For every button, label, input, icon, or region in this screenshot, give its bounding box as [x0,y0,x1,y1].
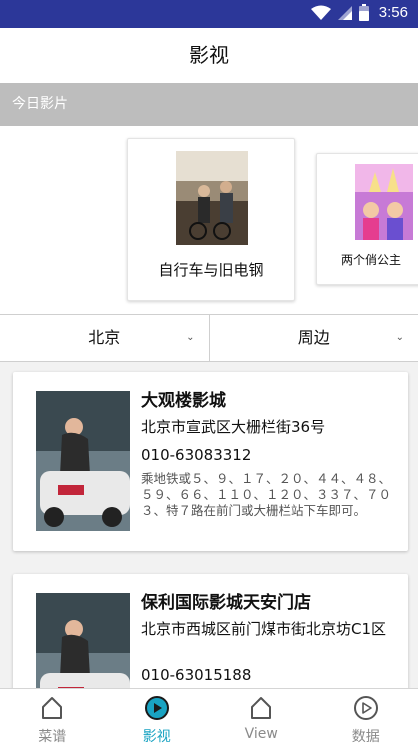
status-bar: 3:56 [0,0,418,28]
status-time: 3:56 [378,4,408,21]
cinema-phone[interactable]: 010-63015188 [141,666,251,684]
home-icon [251,697,272,719]
nav-recipes[interactable]: 菜谱 [0,689,105,748]
movie-title: 两个俏公主 [340,253,401,267]
cinema-list[interactable]: 大观楼影城 北京市宣武区大栅栏街36号 010-63083312 乘地铁或５、９… [0,362,418,688]
chevron-down-icon: ⌄ [186,332,195,343]
section-title: 今日影片 [0,83,418,126]
wifi-icon [310,5,331,20]
page-title: 影视 [0,28,418,82]
cinema-address: 北京市西城区前门煤市街北京坊C1区 [141,620,387,638]
area-dropdown[interactable]: 周边 ⌄ [208,315,418,361]
cinema-name: 保利国际影城天安门店 [141,593,311,613]
chevron-down-icon: ⌄ [395,332,404,343]
movie-poster [355,164,413,240]
cinema-image [36,391,130,531]
movie-title: 自行车与旧电钢 [158,261,264,279]
nav-label: 数据 [351,729,380,745]
bottom-nav: 菜谱 影视 View 数据 [0,688,418,748]
nav-label: View [244,726,278,742]
home-icon [42,697,63,719]
nav-label: 影视 [142,729,171,745]
cinema-address: 北京市宣武区大栅栏街36号 [141,418,326,436]
nav-data[interactable]: 数据 [314,689,418,748]
cinema-name: 大观楼影城 [141,391,226,411]
play-circle-icon [144,696,169,720]
movie-carousel[interactable]: 自行车与旧电钢 两个俏公主 [0,126,418,314]
movie-card[interactable]: 自行车与旧电钢 [127,138,295,301]
cinema-route: 乘地铁或５、９、１７、２０、４４、４８、５９、６６、１１０、１２０、３３７、７０… [141,471,392,518]
cinema-phone[interactable]: 010-63083312 [141,446,251,464]
signal-icon [337,5,352,20]
play-circle-icon [353,696,378,720]
city-dropdown-label: 北京 [88,328,121,347]
nav-label: 菜谱 [38,729,67,745]
cinema-card[interactable]: 大观楼影城 北京市宣武区大栅栏街36号 010-63083312 乘地铁或５、９… [13,372,408,551]
battery-icon [358,4,369,21]
movie-poster [176,151,248,245]
nav-view[interactable]: View [209,689,314,748]
cinema-card[interactable]: 保利国际影城天安门店 北京市西城区前门煤市街北京坊C1区 010-6301518… [13,574,408,688]
movie-card[interactable]: 两个俏公主 [316,153,418,285]
area-dropdown-label: 周边 [297,328,330,347]
cinema-image [36,593,130,688]
nav-movies[interactable]: 影视 [105,689,210,748]
city-dropdown[interactable]: 北京 ⌄ [0,315,209,361]
filter-bar: 北京 ⌄ 周边 ⌄ [0,314,418,362]
